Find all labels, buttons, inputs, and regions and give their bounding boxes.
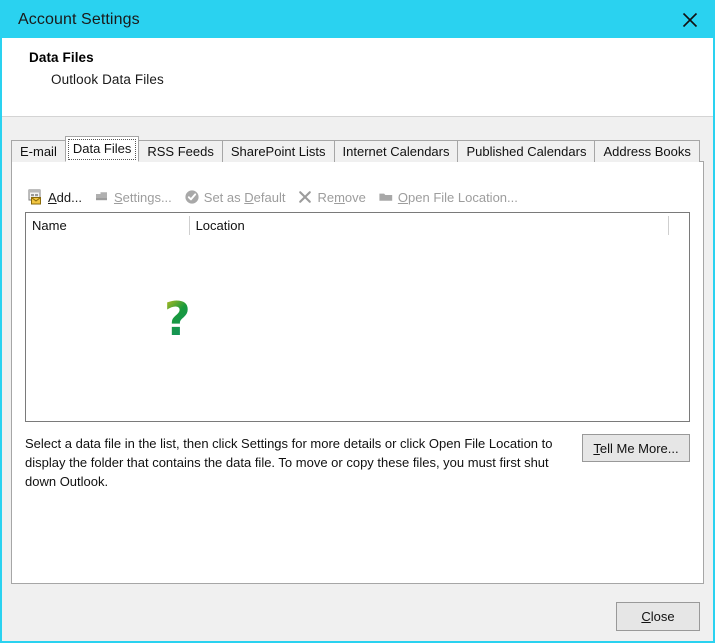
add-button[interactable]: Add... (25, 186, 91, 208)
column-header-label: Location (195, 218, 245, 233)
tell-me-more-button[interactable]: Tell Me More... (582, 434, 690, 462)
page-title: Data Files (29, 50, 94, 65)
open-file-location-button[interactable]: Open File Location... (375, 186, 527, 208)
set-as-default-label: Set as Default (203, 189, 286, 205)
settings-label: Settings... (113, 189, 172, 205)
list-header-row: Name Location (26, 213, 689, 239)
title-bar: Account Settings (2, 2, 713, 38)
page-subtitle: Outlook Data Files (51, 72, 164, 87)
tab-label: Published Calendars (466, 144, 587, 159)
account-settings-dialog: Account Settings Data Files Outlook Data… (0, 0, 715, 643)
data-files-toolbar: Add... Settings... Set as Default Remove… (25, 186, 527, 208)
tab-label: E-mail (20, 144, 57, 159)
tab-strip: E-mail Data Files RSS Feeds SharePoint L… (11, 136, 700, 162)
tab-page-data-files: Add... Settings... Set as Default Remove… (11, 161, 704, 584)
tab-label: SharePoint Lists (230, 144, 326, 159)
dialog-body: E-mail Data Files RSS Feeds SharePoint L… (2, 117, 713, 593)
tab-label: Internet Calendars (342, 144, 450, 159)
add-data-file-icon (27, 188, 45, 206)
add-label: Add... (48, 189, 82, 205)
column-header-spacer (669, 213, 689, 238)
check-circle-icon (183, 188, 201, 206)
tab-label: RSS Feeds (147, 144, 214, 159)
tab-data-files[interactable]: Data Files (64, 136, 140, 162)
data-files-list[interactable]: Name Location ? (25, 212, 690, 422)
column-header-location[interactable]: Location (190, 213, 670, 238)
open-file-location-label: Open File Location... (397, 189, 518, 205)
tab-address-books[interactable]: Address Books (594, 140, 700, 162)
tab-email[interactable]: E-mail (11, 140, 66, 162)
tab-rss-feeds[interactable]: RSS Feeds (138, 140, 223, 162)
tab-label: Address Books (603, 144, 691, 159)
dialog-footer: Close (2, 593, 713, 641)
column-header-label: Name (32, 218, 67, 233)
hint-text: Select a data file in the list, then cli… (25, 436, 553, 489)
set-as-default-button[interactable]: Set as Default (181, 186, 295, 208)
close-button[interactable]: Close (616, 602, 700, 631)
remove-x-icon (296, 188, 314, 206)
remove-button[interactable]: Remove (294, 186, 374, 208)
list-body[interactable]: ? (26, 239, 689, 421)
column-header-name[interactable]: Name (26, 213, 190, 238)
dialog-header: Data Files Outlook Data Files (2, 38, 713, 117)
tab-label: Data Files (72, 141, 132, 156)
folder-icon (377, 188, 395, 206)
tab-published-calendars[interactable]: Published Calendars (457, 140, 596, 162)
settings-button[interactable]: Settings... (91, 186, 181, 208)
settings-icon (93, 188, 111, 206)
window-title: Account Settings (18, 11, 140, 28)
tab-sharepoint-lists[interactable]: SharePoint Lists (221, 140, 335, 162)
tab-internet-calendars[interactable]: Internet Calendars (333, 140, 459, 162)
question-mark-glyph: ? (164, 292, 191, 346)
remove-label: Remove (317, 189, 366, 205)
close-x-icon[interactable] (667, 2, 713, 38)
